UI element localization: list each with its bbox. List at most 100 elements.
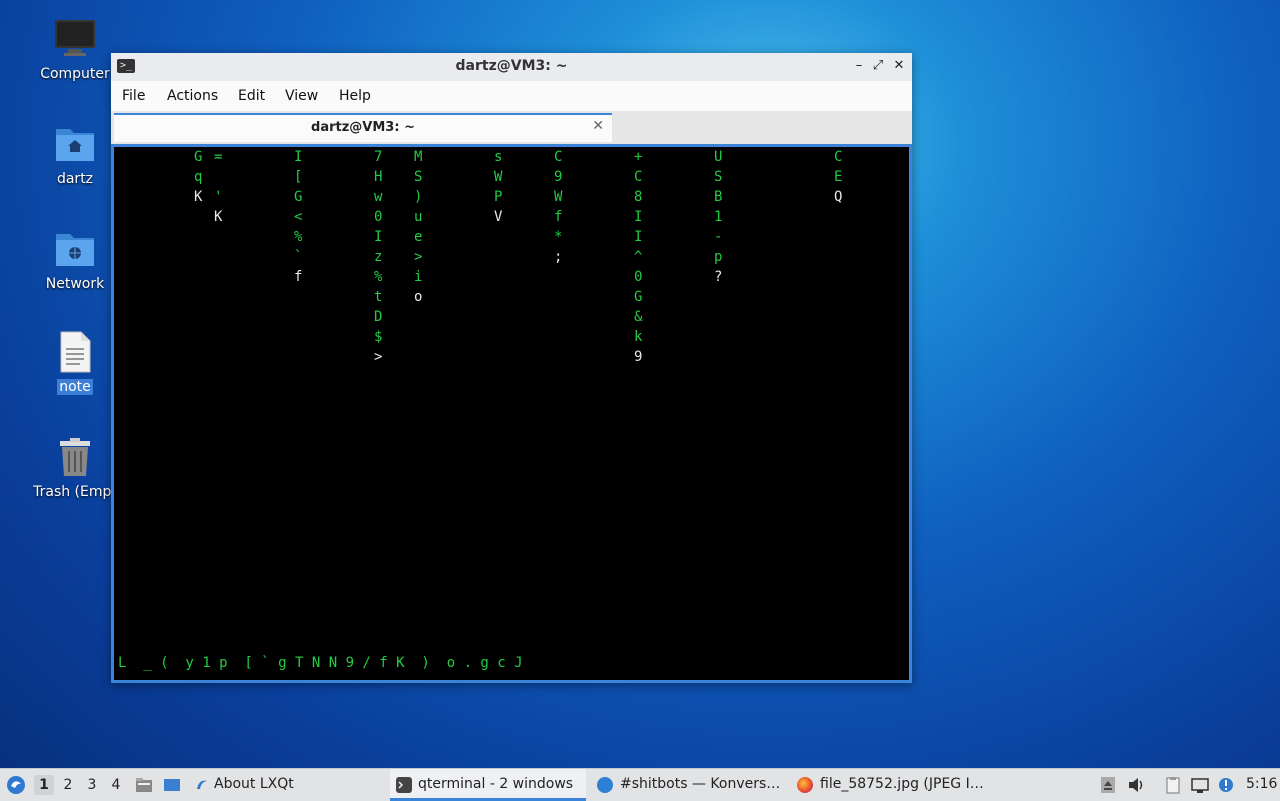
rain-glyph: H: [374, 169, 382, 185]
home-folder-icon: [54, 123, 96, 165]
rain-glyph: ': [214, 189, 222, 205]
rain-glyph: q: [194, 169, 202, 185]
workspace-4[interactable]: 4: [106, 775, 126, 795]
rain-glyph: u: [414, 209, 422, 225]
rain-glyph: e: [414, 229, 422, 245]
rain-glyph: z: [374, 249, 382, 265]
task-label: file_58752.jpg (JPEG I…: [820, 776, 984, 792]
rain-glyph: [: [294, 169, 302, 185]
rain-glyph: 1: [714, 209, 722, 225]
rain-glyph: 9: [554, 169, 562, 185]
rain-glyph: S: [714, 169, 722, 185]
rain-glyph: U: [714, 149, 722, 165]
rain-glyph: ^: [634, 249, 642, 265]
terminal-window: >_ dartz@VM3: ~ – ⤢ ✕ File Actions Edit …: [111, 53, 912, 683]
window-titlebar[interactable]: >_ dartz@VM3: ~ – ⤢ ✕: [111, 53, 912, 81]
rain-glyph: f: [294, 269, 302, 285]
rain-glyph: D: [374, 309, 382, 325]
rain-glyph: E: [834, 169, 842, 185]
text-file-icon: [54, 331, 96, 373]
network-status-icon[interactable]: [1191, 776, 1209, 794]
rain-glyph: ;: [554, 249, 562, 265]
rain-glyph: P: [494, 189, 502, 205]
workspace-3[interactable]: 3: [82, 775, 102, 795]
rain-glyph: $: [374, 329, 382, 345]
rain-glyph: C: [554, 149, 562, 165]
window-title: dartz@VM3: ~: [455, 58, 568, 74]
task-label: About LXQt: [214, 776, 294, 792]
desktop-icon-trash[interactable]: Trash (Empt: [29, 436, 121, 500]
desktop-icon-label: Network: [45, 276, 105, 292]
rain-glyph: B: [714, 189, 722, 205]
desktop-icon-label: dartz: [56, 171, 94, 187]
rain-glyph: &: [634, 309, 643, 325]
trash-icon: [54, 436, 96, 478]
rain-glyph: >: [374, 349, 382, 365]
network-folder-icon: [54, 228, 96, 270]
menu-actions[interactable]: Actions: [167, 88, 218, 104]
rain-glyph: *: [554, 229, 562, 245]
rain-glyph: ): [414, 189, 422, 205]
workspace-2[interactable]: 2: [58, 775, 78, 795]
menubar: File Actions Edit View Help: [111, 81, 912, 111]
tab-close-icon[interactable]: ✕: [592, 118, 604, 134]
rain-glyph: >: [414, 249, 422, 265]
desktop-icon-home[interactable]: dartz: [29, 123, 121, 187]
rain-glyph: s: [494, 149, 502, 165]
minimize-button[interactable]: –: [850, 57, 868, 75]
volume-icon[interactable]: [1127, 776, 1145, 794]
show-desktop-icon[interactable]: [163, 776, 181, 794]
rain-glyph: Q: [834, 189, 842, 205]
desktop-icon-network[interactable]: Network: [29, 228, 121, 292]
workspace-1[interactable]: 1: [34, 775, 54, 795]
rain-glyph: 0: [634, 269, 642, 285]
tab-terminal[interactable]: dartz@VM3: ~ ✕: [114, 113, 612, 142]
desktop-icon-computer[interactable]: Computer: [29, 18, 121, 82]
menu-edit[interactable]: Edit: [238, 88, 265, 104]
rain-glyph: %: [294, 229, 303, 245]
close-button[interactable]: ✕: [890, 57, 908, 75]
rain-glyph: +: [634, 149, 642, 165]
desktop-icon-note[interactable]: note: [29, 331, 121, 395]
clipboard-icon[interactable]: [1164, 776, 1182, 794]
task-konversation[interactable]: #shitbots — Konvers…: [592, 769, 782, 801]
rain-glyph: ?: [714, 269, 722, 285]
rain-glyph: K: [194, 189, 203, 205]
rain-glyph: 7: [374, 149, 382, 165]
rain-glyph: S: [414, 169, 422, 185]
clock[interactable]: 5:16: [1246, 776, 1277, 792]
desktop-icon-label: Trash (Empt: [33, 484, 117, 500]
menu-file[interactable]: File: [122, 88, 145, 104]
konversation-icon: [597, 777, 613, 793]
monitor-icon: [54, 18, 96, 60]
rain-glyph: I: [634, 229, 642, 245]
firefox-icon: [797, 777, 813, 793]
rain-glyph: o: [414, 289, 422, 305]
desktop-icon-label: Computer: [40, 66, 110, 82]
rain-glyph: C: [834, 149, 842, 165]
rain-glyph: t: [374, 289, 382, 305]
task-qterminal[interactable]: qterminal - 2 windows: [390, 769, 586, 801]
rain-glyph: i: [414, 269, 422, 285]
eject-icon[interactable]: [1099, 776, 1117, 794]
start-menu-icon[interactable]: [6, 775, 26, 795]
menu-help[interactable]: Help: [339, 88, 371, 104]
rain-glyph: 9: [634, 349, 642, 365]
maximize-button[interactable]: ⤢: [869, 57, 887, 75]
task-label: qterminal - 2 windows: [418, 776, 574, 792]
rain-glyph: k: [634, 329, 643, 345]
rain-glyph: G: [294, 189, 302, 205]
tab-label: dartz@VM3: ~: [311, 120, 415, 135]
task-about-lxqt[interactable]: About LXQt: [190, 769, 380, 801]
task-firefox[interactable]: file_58752.jpg (JPEG I…: [792, 769, 992, 801]
taskbar: 1 2 3 4 About LXQt qterminal - 2 windows…: [0, 768, 1280, 801]
rain-glyph: V: [494, 209, 503, 225]
rain-glyph: C: [634, 169, 642, 185]
file-manager-icon[interactable]: [135, 776, 153, 794]
rain-glyph: `: [294, 249, 302, 265]
task-label: #shitbots — Konvers…: [620, 776, 781, 792]
terminal-output[interactable]: L _ ( y 1 p [ ` g T N N 9 / f K ) o . g …: [114, 147, 909, 680]
notification-icon[interactable]: [1217, 776, 1235, 794]
rain-glyph: I: [294, 149, 302, 165]
menu-view[interactable]: View: [285, 88, 318, 104]
